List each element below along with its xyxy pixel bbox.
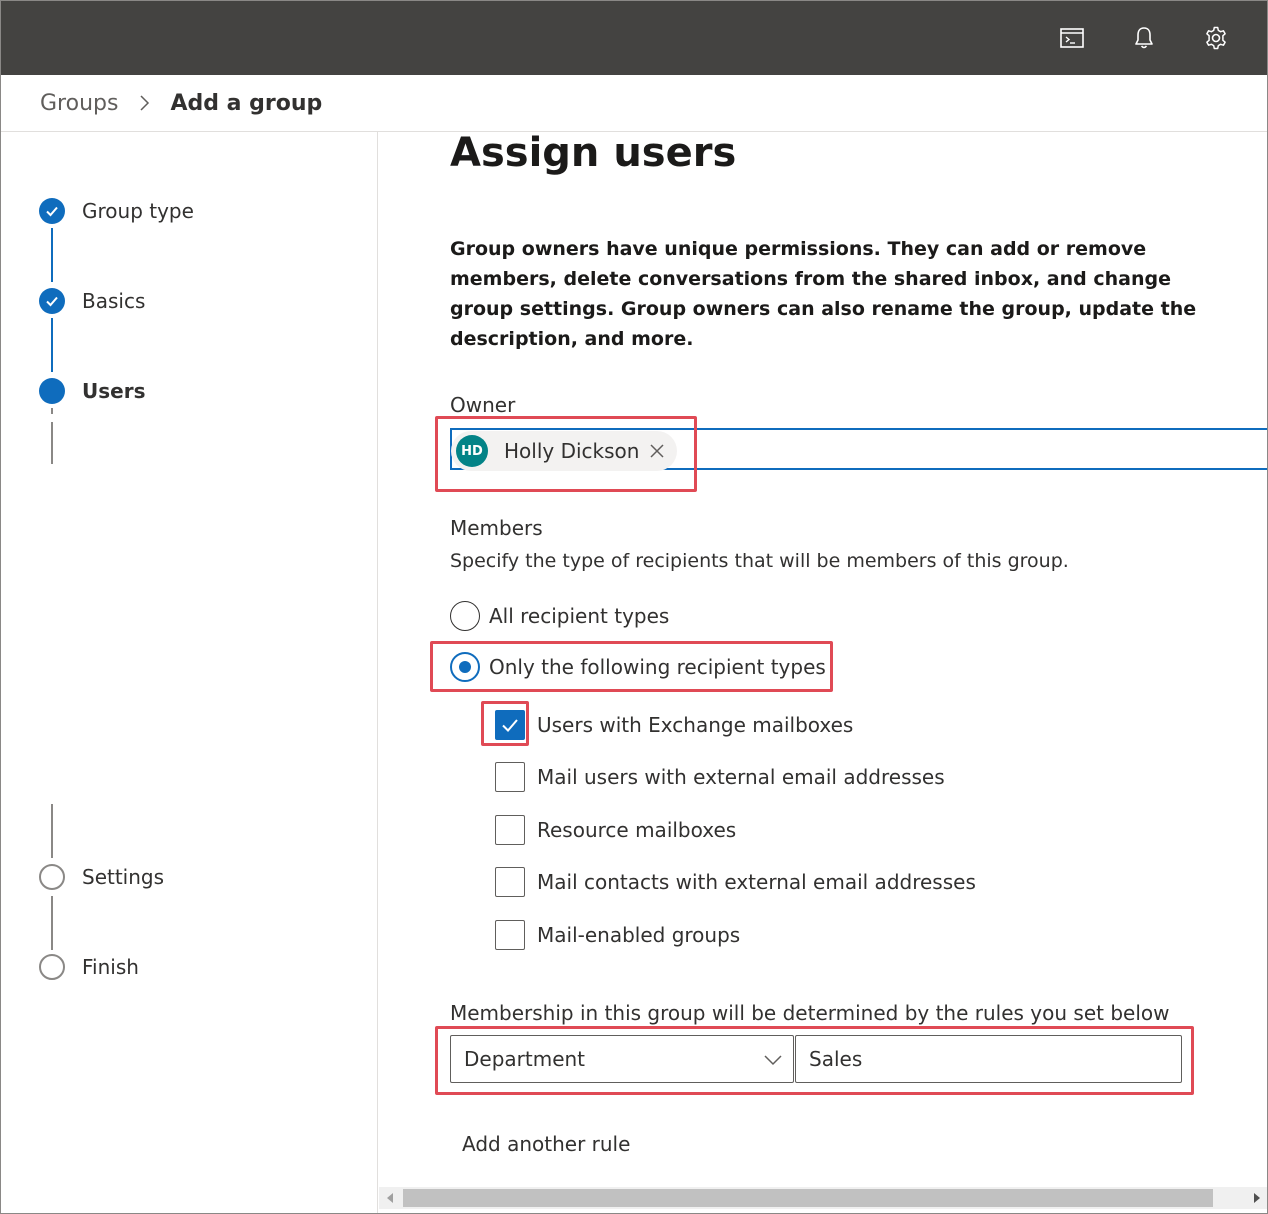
- breadcrumb-groups-link[interactable]: Groups: [40, 91, 118, 116]
- breadcrumb-current: Add a group: [170, 90, 323, 116]
- checkbox-resource-mailboxes[interactable]: Resource mailboxes: [495, 815, 736, 845]
- checkbox-box[interactable]: [495, 815, 525, 845]
- checkbox-users-exchange-mailboxes[interactable]: Users with Exchange mailboxes: [495, 710, 853, 740]
- gear-icon[interactable]: [1201, 23, 1231, 53]
- horizontal-scrollbar[interactable]: [379, 1187, 1267, 1209]
- rule-attribute-dropdown[interactable]: Department: [450, 1035, 794, 1083]
- pending-step-circle-icon: [39, 864, 65, 890]
- wizard-steps: Group type Basics Users Settings Finish: [1, 132, 378, 1213]
- breadcrumb: Groups Add a group: [1, 75, 1267, 132]
- page-title: Assign users: [450, 132, 737, 176]
- owner-persona-chip: HD Holly Dickson: [451, 431, 677, 471]
- step-basics[interactable]: Basics: [39, 288, 145, 314]
- chevron-down-icon: [764, 1055, 782, 1066]
- step-label: Users: [82, 379, 146, 403]
- checkbox-label: Mail-enabled groups: [537, 923, 741, 947]
- checkbox-mail-contacts-external[interactable]: Mail contacts with external email addres…: [495, 867, 976, 897]
- current-step-dot-icon: [39, 378, 65, 404]
- pending-step-circle-icon: [39, 954, 65, 980]
- step-connector: [51, 408, 53, 414]
- radio-selected-dot: [459, 661, 471, 673]
- step-label: Finish: [82, 955, 139, 979]
- checkbox-box[interactable]: [495, 762, 525, 792]
- checkbox-label: Users with Exchange mailboxes: [537, 713, 854, 737]
- add-another-rule-button[interactable]: Add another rule: [462, 1132, 630, 1156]
- step-connector: [51, 422, 53, 464]
- members-label: Members: [450, 516, 543, 540]
- step-label: Group type: [82, 199, 194, 223]
- rules-label: Membership in this group will be determi…: [450, 1001, 1170, 1025]
- radio-circle[interactable]: [450, 652, 480, 682]
- owner-label: Owner: [450, 393, 516, 417]
- step-connector: [51, 318, 53, 372]
- checkbox-label: Mail users with external email addresses: [537, 765, 945, 789]
- checkmark-icon: [502, 719, 518, 732]
- checkbox-box[interactable]: [495, 867, 525, 897]
- members-help-text: Specify the type of recipients that will…: [450, 550, 1069, 572]
- step-users[interactable]: Users: [39, 378, 145, 404]
- checkbox-mail-users-external[interactable]: Mail users with external email addresses: [495, 762, 945, 792]
- step-connector: [51, 228, 53, 282]
- rule-value-input[interactable]: Sales: [795, 1035, 1182, 1083]
- radio-circle[interactable]: [450, 601, 480, 631]
- checkmark-icon: [39, 198, 65, 224]
- main-content: Assign users Group owners have unique pe…: [379, 132, 1267, 1187]
- scroll-left-arrow-icon[interactable]: [387, 1193, 393, 1203]
- chevron-right-icon: [132, 91, 156, 115]
- step-finish[interactable]: Finish: [39, 954, 139, 980]
- step-connector: [51, 804, 53, 858]
- checkbox-mail-enabled-groups[interactable]: Mail-enabled groups: [495, 920, 740, 950]
- step-connector: [51, 896, 53, 950]
- radio-only-following-types[interactable]: Only the following recipient types: [450, 652, 826, 682]
- top-bar: [1, 1, 1267, 75]
- radio-label: Only the following recipient types: [489, 655, 826, 679]
- checkbox-label: Resource mailboxes: [537, 818, 737, 842]
- step-settings[interactable]: Settings: [39, 864, 164, 890]
- bell-icon[interactable]: [1129, 23, 1159, 53]
- owner-description: Group owners have unique permissions. Th…: [450, 238, 1197, 350]
- step-label: Settings: [82, 865, 165, 889]
- checkbox-label: Mail contacts with external email addres…: [537, 870, 976, 894]
- checkbox-box[interactable]: [495, 920, 525, 950]
- checkbox-box[interactable]: [495, 710, 525, 740]
- step-group-type[interactable]: Group type: [39, 198, 194, 224]
- radio-label: All recipient types: [489, 604, 670, 628]
- scrollbar-thumb[interactable]: [403, 1189, 1213, 1207]
- avatar: HD: [456, 435, 488, 467]
- radio-all-recipient-types[interactable]: All recipient types: [450, 601, 669, 631]
- dropdown-selected-value: Department: [464, 1047, 586, 1071]
- terminal-icon[interactable]: [1057, 23, 1087, 53]
- owner-name: Holly Dickson: [504, 439, 640, 463]
- step-label: Basics: [82, 289, 146, 313]
- checkmark-icon: [39, 288, 65, 314]
- app-window: Groups Add a group Group type Basics Use…: [0, 0, 1268, 1214]
- scroll-right-arrow-icon[interactable]: [1254, 1193, 1260, 1203]
- remove-owner-close-icon[interactable]: [647, 441, 667, 461]
